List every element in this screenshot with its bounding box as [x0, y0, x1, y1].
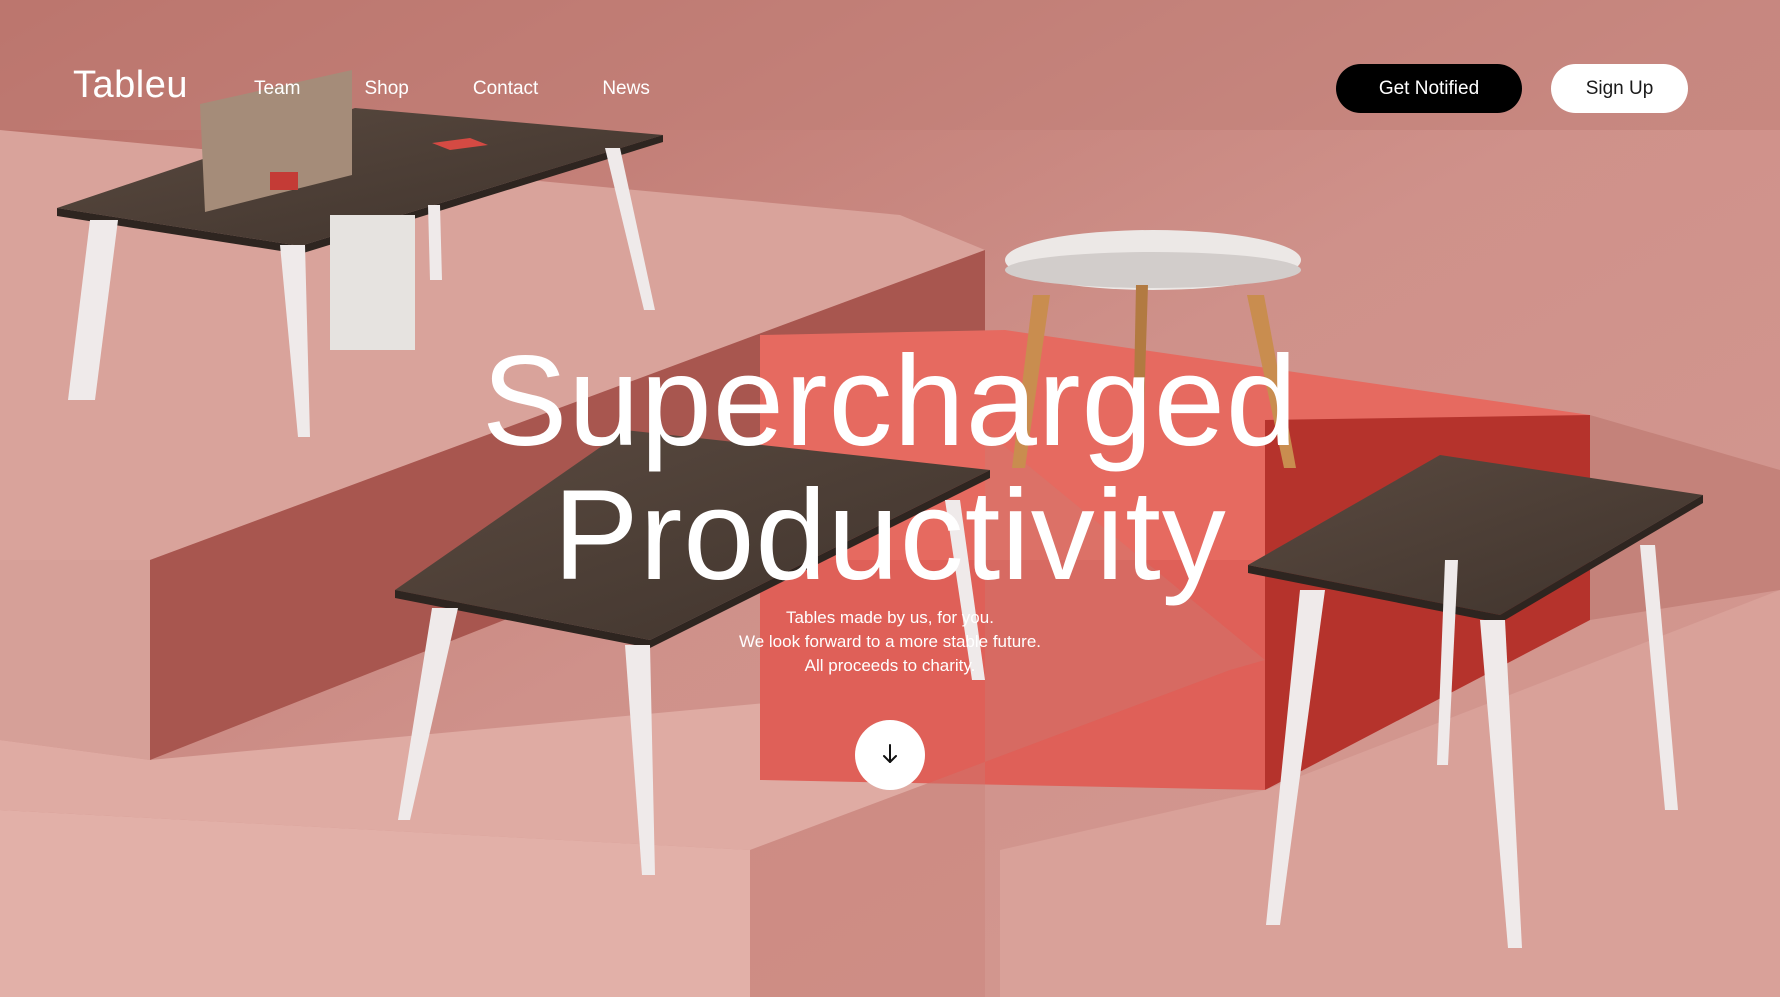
hero-subtitle-line-1: Tables made by us, for you.: [786, 608, 994, 627]
get-notified-button[interactable]: Get Notified: [1336, 64, 1522, 113]
hero-subtitle-line-2: We look forward to a more stable future.: [738, 632, 1042, 651]
nav-link-shop[interactable]: Shop: [364, 78, 408, 100]
sign-up-button[interactable]: Sign Up: [1551, 64, 1688, 113]
scroll-down-button[interactable]: [855, 720, 925, 790]
arrow-down-icon: [881, 743, 899, 768]
hero-title: Supercharged Productivity: [390, 335, 1390, 603]
nav-link-news[interactable]: News: [602, 78, 650, 100]
hero-title-line-2: Productivity: [553, 464, 1227, 607]
hero-title-line-1: Supercharged: [481, 330, 1299, 473]
nav-link-contact[interactable]: Contact: [473, 78, 538, 100]
hero-subtitle-line-3: All proceeds to charity.: [804, 656, 976, 675]
hero-subtitle: Tables made by us, for you. We look forw…: [590, 606, 1190, 678]
site-logo[interactable]: Tableu: [73, 64, 188, 107]
main-nav: Team Shop Contact News: [254, 78, 714, 100]
nav-link-team[interactable]: Team: [254, 78, 300, 100]
